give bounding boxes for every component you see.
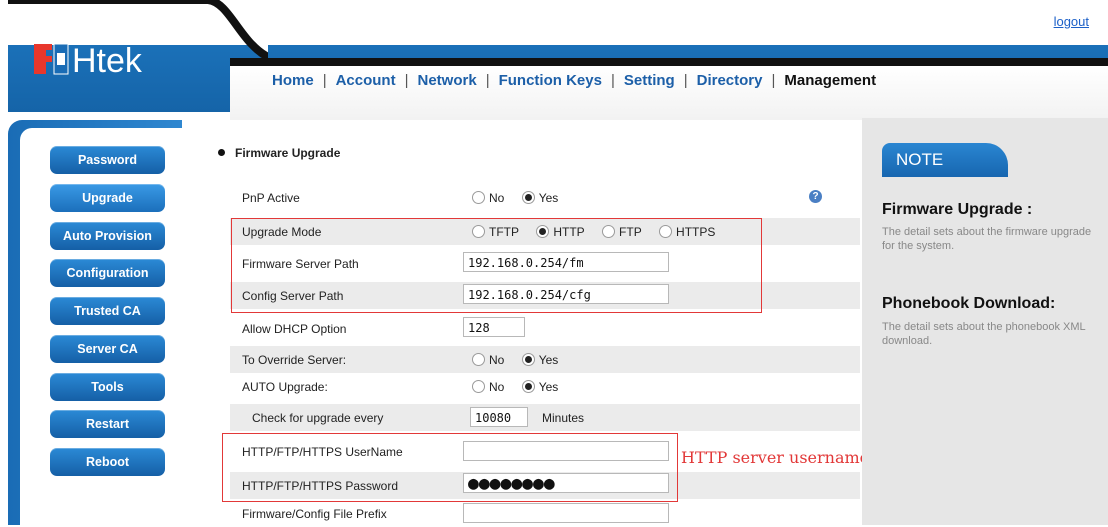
section-title-text: Firmware Upgrade [235, 146, 341, 160]
check-every-unit: Minutes [542, 411, 585, 425]
note-text-phonebook: The detail sets about the phonebook XML … [882, 321, 1086, 347]
sidebar-item-tools[interactable]: Tools [50, 373, 165, 401]
htek-logo: Htek [34, 42, 143, 80]
nav-separator: | [322, 72, 327, 89]
nav-separator: | [485, 72, 490, 89]
check-every-label: Check for upgrade every [252, 411, 384, 425]
help-icon[interactable]: ? [809, 190, 822, 203]
override-yes-radio[interactable]: Yes [521, 353, 558, 367]
nav-separator: | [771, 72, 776, 89]
check-every-input[interactable]: 10080 [470, 407, 528, 427]
nav-account[interactable]: Account [336, 72, 396, 89]
note-heading-phonebook: Phonebook Download: [882, 295, 1056, 312]
nav-management[interactable]: Management [784, 72, 876, 89]
note-text-firmware: The detail sets about the firmware upgra… [882, 226, 1092, 252]
pnp-active-label: PnP Active [242, 191, 300, 205]
auto-upgrade-yes-radio[interactable]: Yes [521, 380, 558, 394]
nav-separator: | [610, 72, 615, 89]
logout-link[interactable]: logout [1054, 14, 1089, 29]
section-title: Firmware Upgrade [218, 146, 340, 160]
nav-bar [230, 58, 1108, 120]
row-override-server: To Override Server: No Yes [230, 346, 860, 373]
auto-upgrade-no-radio[interactable]: No [472, 380, 504, 394]
main-nav: Home | Account | Network | Function Keys | Setti… [272, 72, 876, 89]
nav-separator: | [404, 72, 409, 89]
sidebar-item-server-ca[interactable]: Server CA [50, 335, 165, 363]
auto-upgrade-options: No Yes [472, 380, 572, 394]
override-server-options: No Yes [472, 353, 572, 367]
highlight-box-server-settings [231, 218, 762, 313]
nav-network[interactable]: Network [418, 72, 477, 89]
pnp-no-radio[interactable]: No [472, 191, 504, 205]
row-auto-upgrade: AUTO Upgrade: No Yes [230, 373, 860, 400]
override-server-label: To Override Server: [242, 353, 347, 367]
row-file-prefix: Firmware/Config File Prefix [230, 500, 860, 527]
row-allow-dhcp-option: Allow DHCP Option 128 [230, 315, 860, 342]
allow-dhcp-option-input[interactable]: 128 [463, 317, 525, 337]
sidebar-item-trusted-ca[interactable]: Trusted CA [50, 297, 165, 325]
auto-upgrade-label: AUTO Upgrade: [242, 380, 328, 394]
nav-function-keys[interactable]: Function Keys [499, 72, 602, 89]
sidebar-item-configuration[interactable]: Configuration [50, 259, 165, 287]
sidebar-item-password[interactable]: Password [50, 146, 165, 174]
note-heading-firmware: Firmware Upgrade : [882, 201, 1033, 218]
bullet-icon [218, 149, 225, 157]
nav-home[interactable]: Home [272, 72, 314, 89]
highlight-box-credentials [222, 433, 678, 502]
sidebar-item-restart[interactable]: Restart [50, 410, 165, 438]
note-tab: NOTE [882, 143, 1008, 177]
file-prefix-input[interactable] [463, 503, 669, 523]
nav-directory[interactable]: Directory [697, 72, 763, 89]
sidebar-item-reboot[interactable]: Reboot [50, 448, 165, 476]
row-check-every: Check for upgrade every 10080 Minutes [230, 404, 860, 431]
file-prefix-label: Firmware/Config File Prefix [242, 507, 387, 521]
row-pnp-active: PnP Active No Yes [230, 184, 860, 211]
pnp-active-options: No Yes [472, 191, 572, 205]
pnp-yes-radio[interactable]: Yes [521, 191, 558, 205]
sidebar-item-auto-provision[interactable]: Auto Provision [50, 222, 165, 250]
allow-dhcp-option-label: Allow DHCP Option [242, 322, 347, 336]
logo-text: Htek [72, 42, 143, 80]
nav-separator: | [683, 72, 688, 89]
override-no-radio[interactable]: No [472, 353, 504, 367]
nav-setting[interactable]: Setting [624, 72, 675, 89]
sidebar-item-upgrade[interactable]: Upgrade [50, 184, 165, 212]
